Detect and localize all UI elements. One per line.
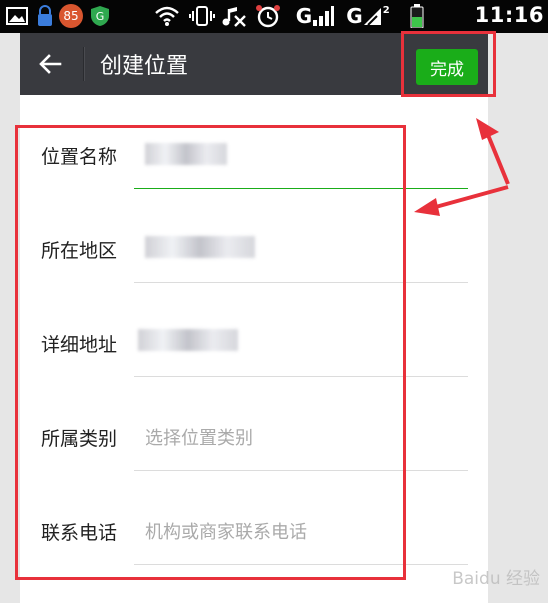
annotation-arrows <box>414 118 510 216</box>
annotation-arrow-left <box>414 185 509 216</box>
annotation-arrow-right <box>476 118 510 185</box>
watermark: Baidu 经验 <box>452 569 540 589</box>
